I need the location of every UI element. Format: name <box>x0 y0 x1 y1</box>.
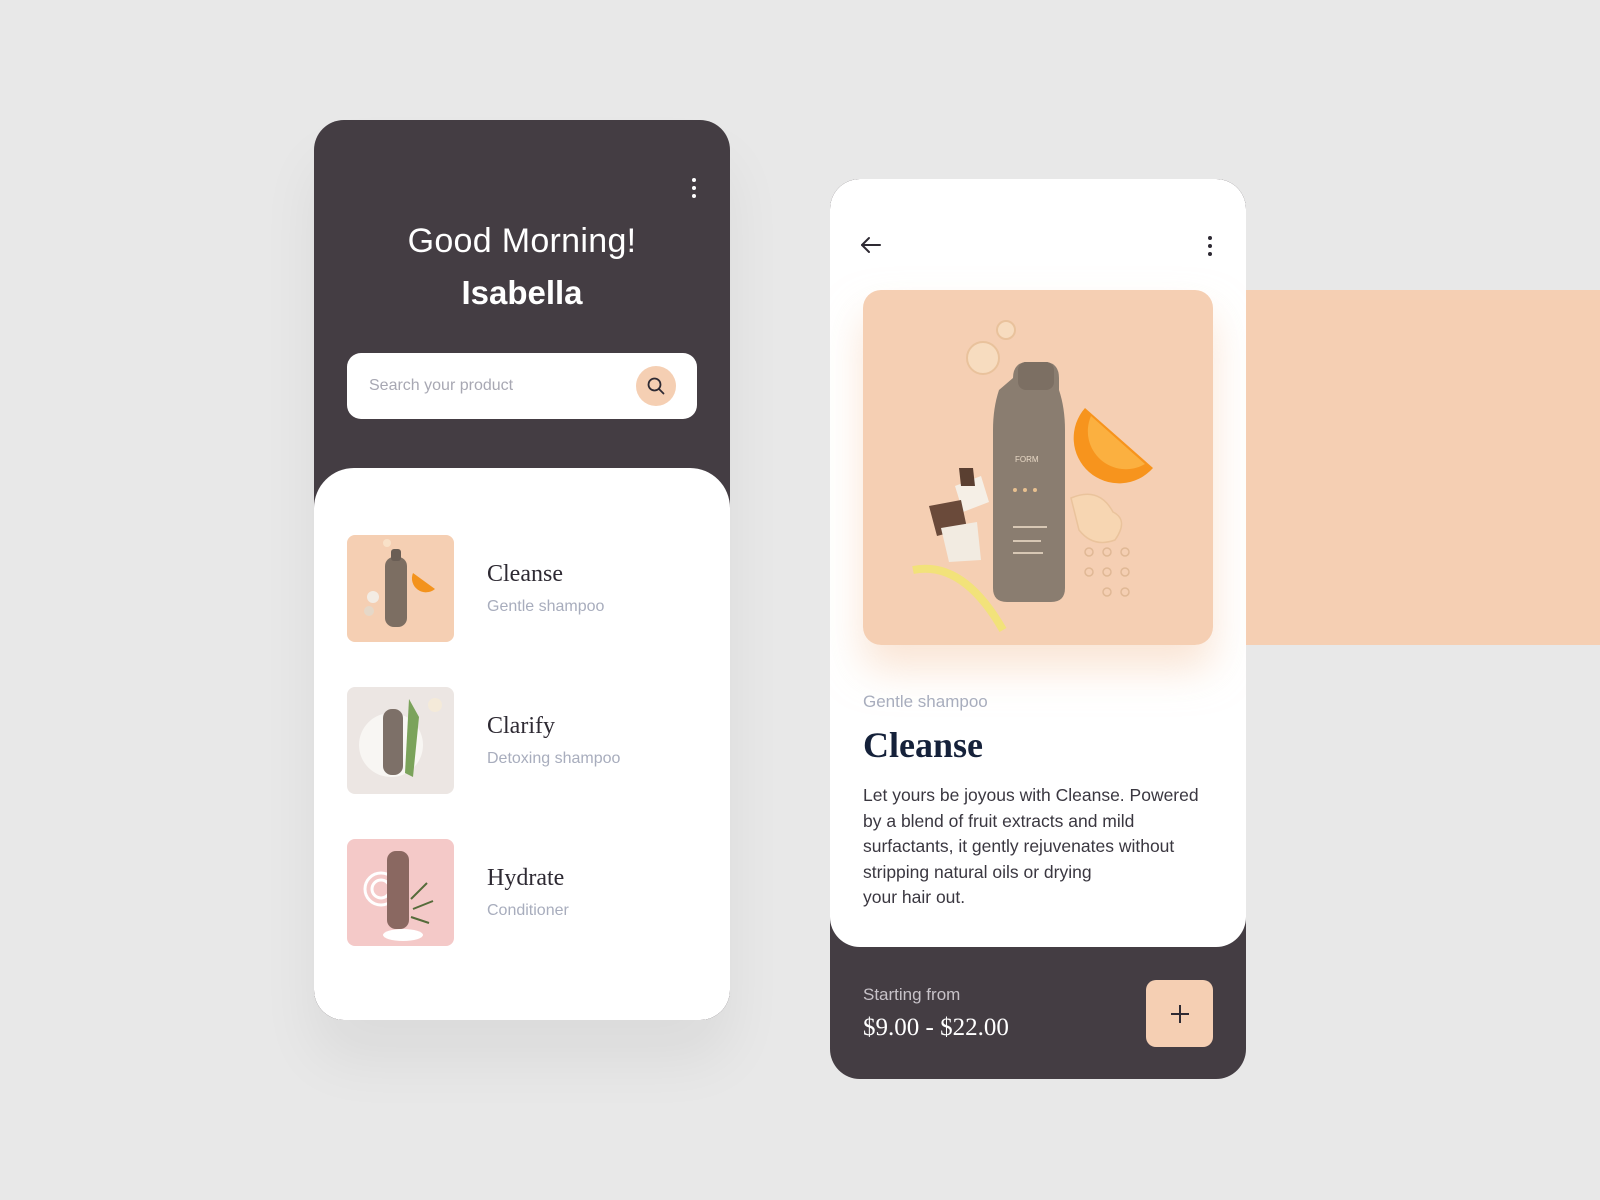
product-hero-image: FORM <box>863 290 1213 645</box>
more-vertical-icon[interactable] <box>1208 236 1212 256</box>
product-title: Cleanse <box>487 561 563 587</box>
list-item-hydrate[interactable]: Hydrate Conditioner <box>347 839 707 947</box>
greeting-text: Good Morning! <box>407 222 637 260</box>
more-vertical-icon[interactable] <box>692 178 696 198</box>
product-title: Clarify <box>487 713 555 739</box>
list-item-clarify[interactable]: Clarify Detoxing shampoo <box>347 687 707 795</box>
detail-description: Let yours be joyous with Cleanse. Powere… <box>863 785 1199 908</box>
user-name: Isabella <box>461 274 583 311</box>
product-subtitle: Gentle shampoo <box>487 598 605 615</box>
detail-subtitle: Gentle shampoo <box>863 692 988 711</box>
detail-card: FORM Gentle shampoo Cleanse Let yours be… <box>830 179 1246 947</box>
home-screen: Good Morning! Isabella Search your produ… <box>314 120 730 1020</box>
add-to-cart-button[interactable] <box>1146 980 1213 1047</box>
product-thumbnail <box>347 687 454 794</box>
product-thumbnail <box>347 535 454 642</box>
product-title: Hydrate <box>487 865 565 891</box>
product-detail-screen: FORM Gentle shampoo Cleanse Let yours be… <box>830 179 1246 1079</box>
product-subtitle: Detoxing shampoo <box>487 750 621 767</box>
list-item-cleanse[interactable]: Cleanse Gentle shampoo <box>347 535 707 643</box>
product-subtitle: Conditioner <box>487 902 569 919</box>
arrow-left-icon[interactable] <box>860 236 882 254</box>
product-list: Cleanse Gentle shampoo Clarify Detoxing … <box>314 468 730 1020</box>
product-thumbnail <box>347 839 454 946</box>
plus-icon <box>1170 1004 1189 1023</box>
search-button[interactable] <box>636 366 676 406</box>
search-placeholder: Search your product <box>369 377 514 394</box>
detail-title: Cleanse <box>863 725 983 765</box>
search-input[interactable]: Search your product <box>347 353 697 419</box>
svg-text:FORM: FORM <box>1015 455 1039 464</box>
price-range: $9.00 - $22.00 <box>863 1014 1009 1041</box>
price-label: Starting from <box>863 985 961 1004</box>
search-icon <box>647 377 665 395</box>
